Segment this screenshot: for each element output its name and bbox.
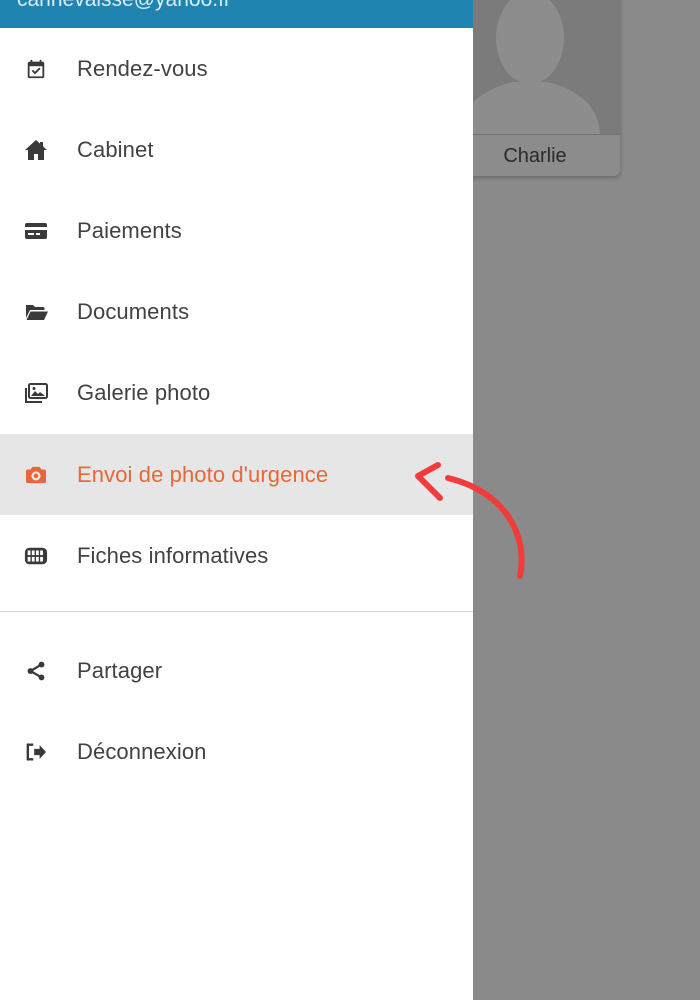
photo-gallery-icon (24, 381, 48, 405)
menu-item-label: Envoi de photo d'urgence (77, 461, 329, 487)
annotation-arrow-icon (415, 462, 525, 579)
menu-item-label: Rendez-vous (77, 55, 208, 81)
menu-item-label: Galerie photo (77, 379, 211, 405)
menu-item-label: Cabinet (77, 136, 154, 162)
menu-divider (0, 611, 473, 612)
menu-item-rendez-vous[interactable]: Rendez-vous (0, 28, 473, 109)
teeth-icon (24, 544, 48, 568)
menu-item-label: Fiches informatives (77, 542, 269, 568)
logout-icon (24, 740, 48, 764)
credit-card-icon (24, 219, 48, 243)
menu-item-cabinet[interactable]: Cabinet (0, 109, 473, 190)
menu-item-paiements[interactable]: Paiements (0, 190, 473, 271)
camera-icon (24, 463, 48, 487)
calendar-check-icon (24, 57, 48, 81)
menu-item-deconnexion[interactable]: Déconnexion (0, 711, 473, 792)
home-icon (24, 138, 48, 162)
folder-open-icon (24, 300, 48, 324)
menu-item-label: Partager (77, 657, 163, 683)
menu-item-label: Paiements (77, 217, 182, 243)
share-icon (24, 659, 48, 683)
user-email: cannevaisse@yahoo.fr (17, 0, 231, 12)
menu-item-label: Documents (77, 298, 190, 324)
menu-item-label: Déconnexion (77, 738, 207, 764)
drawer-header: cannevaisse@yahoo.fr (0, 0, 473, 28)
menu-item-partager[interactable]: Partager (0, 630, 473, 711)
menu-item-documents[interactable]: Documents (0, 271, 473, 352)
menu-item-galerie-photo[interactable]: Galerie photo (0, 352, 473, 433)
